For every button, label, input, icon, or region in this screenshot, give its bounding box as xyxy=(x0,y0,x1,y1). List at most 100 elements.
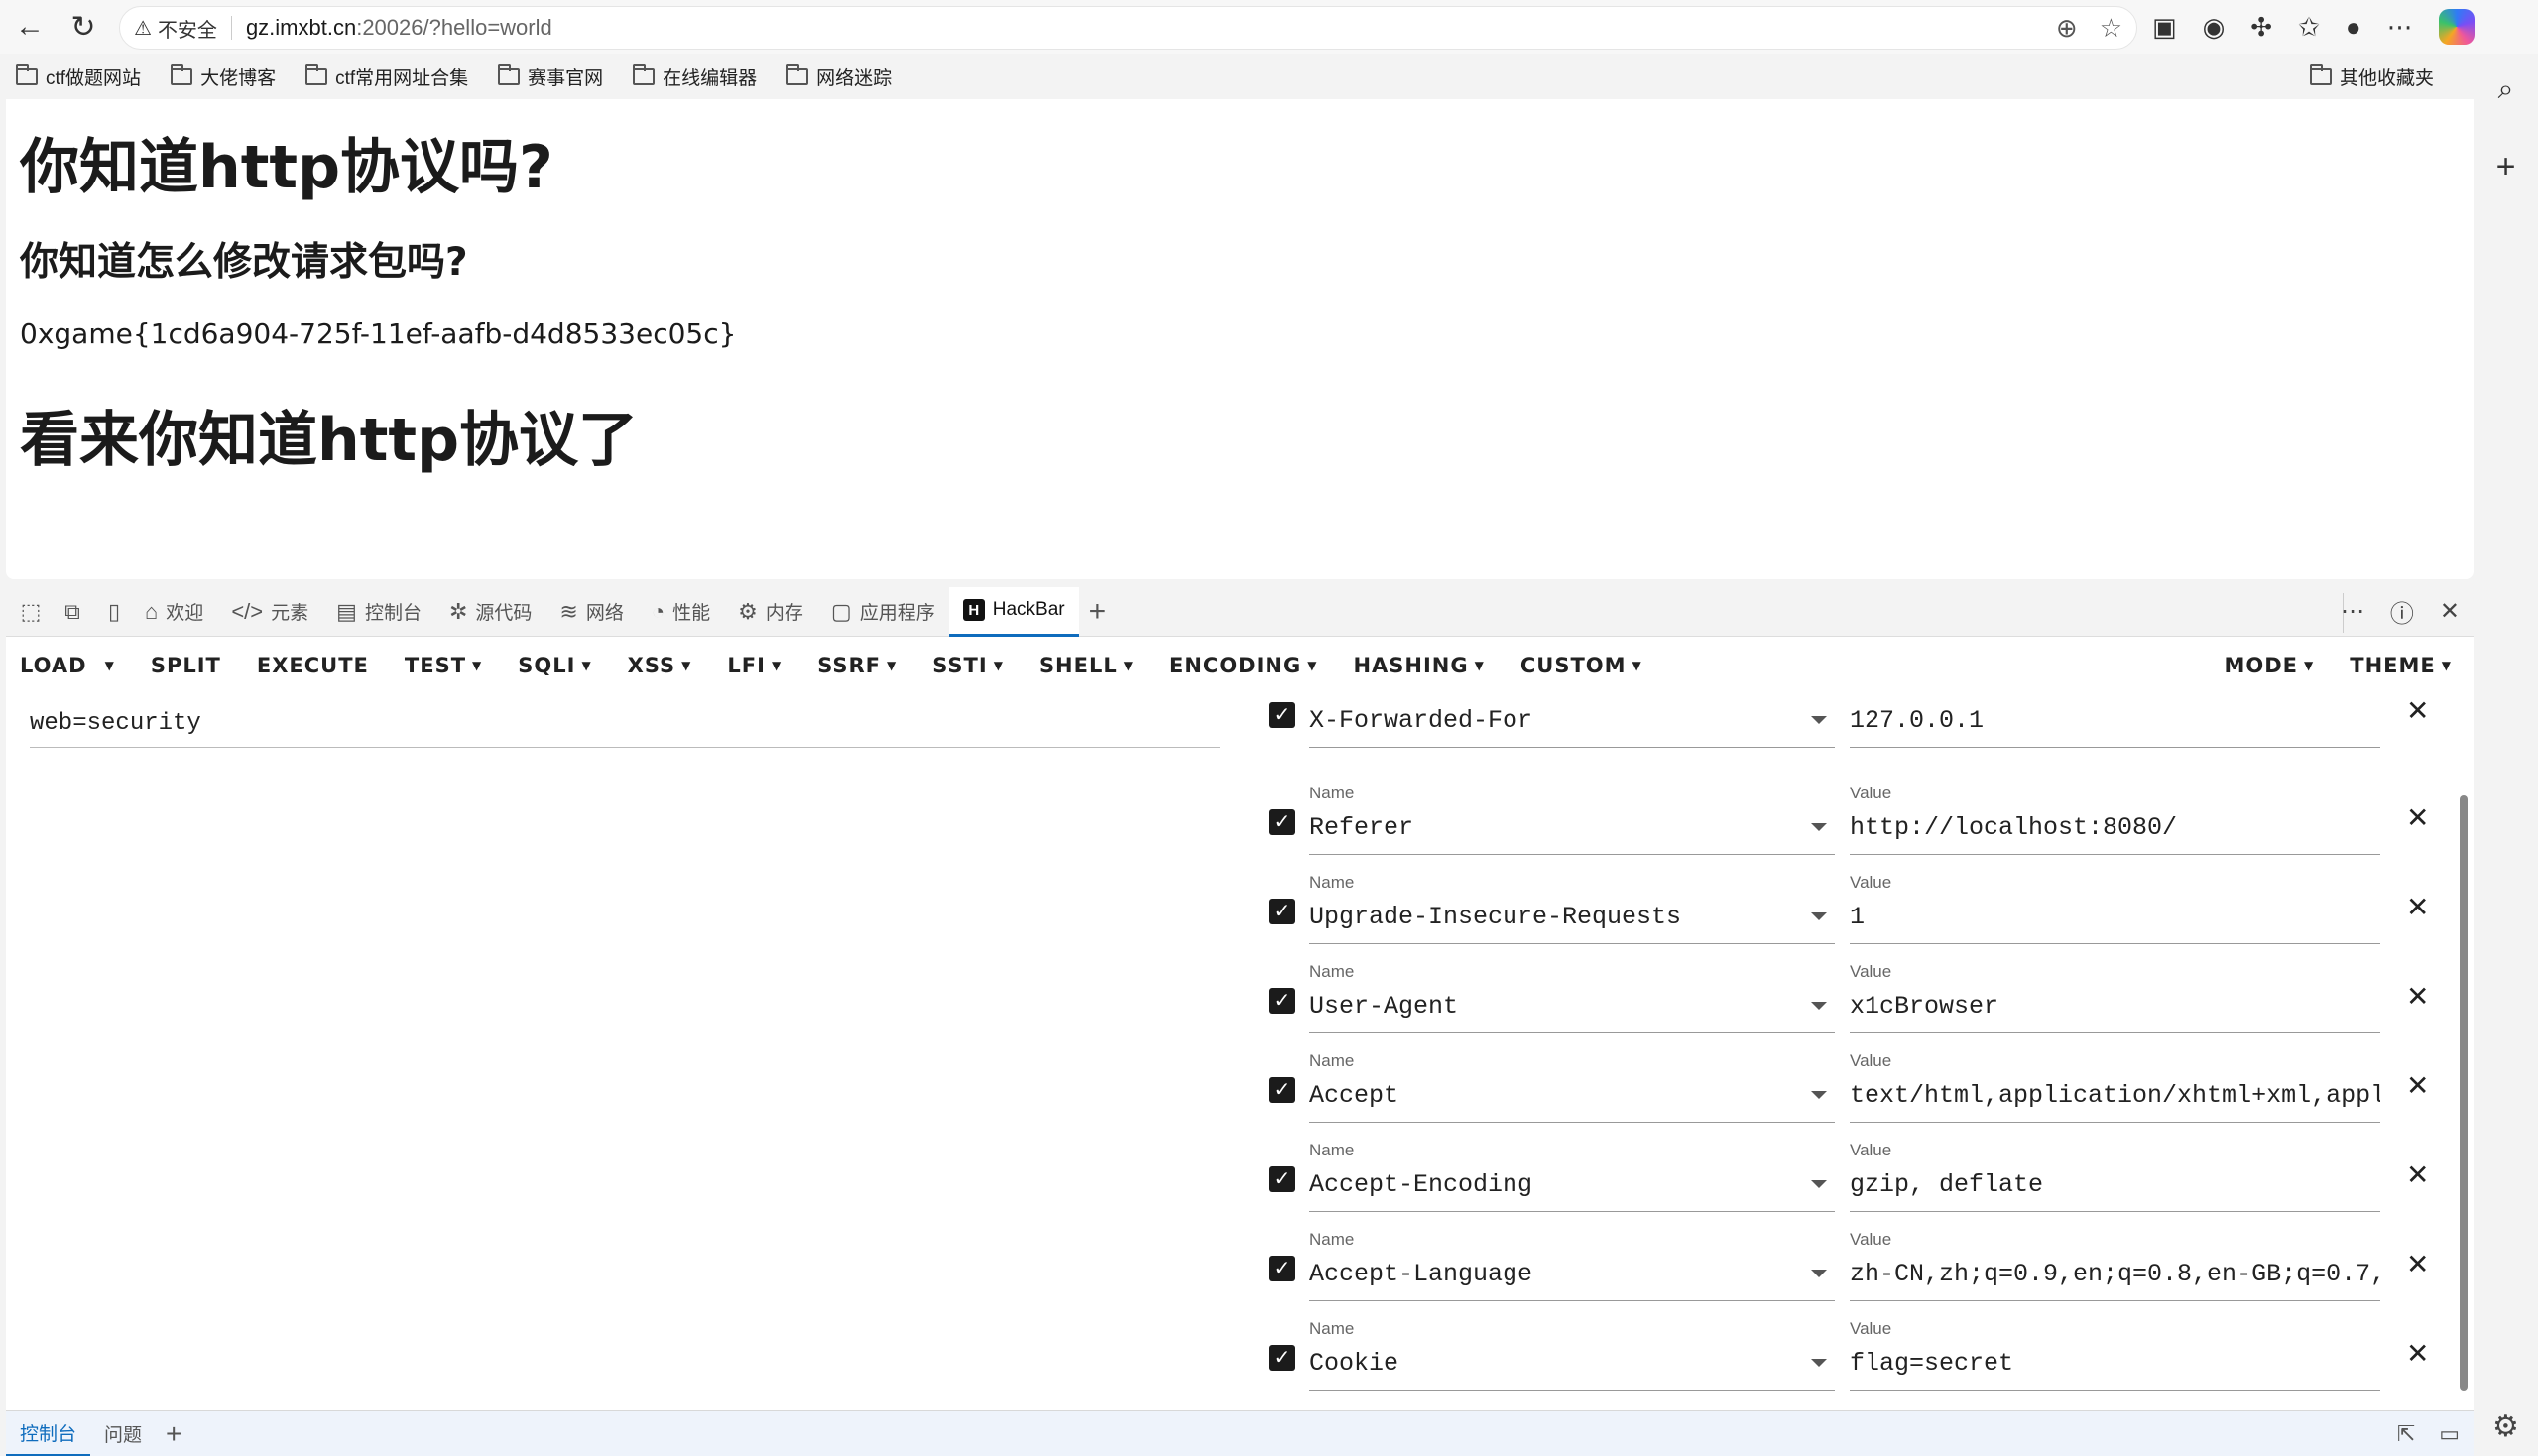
tab-elements[interactable]: </> 元素 xyxy=(217,587,322,637)
menu-load-dropdown[interactable]: ▼ xyxy=(91,659,129,672)
header-name-select[interactable]: Cookie xyxy=(1309,1349,1835,1391)
refresh-icon[interactable]: ↻ xyxy=(60,3,107,51)
menu-theme[interactable]: THEME ▼ xyxy=(2336,654,2466,677)
back-arrow-icon[interactable]: ← xyxy=(6,3,54,51)
inspect-icon[interactable]: ⬚ xyxy=(14,599,48,625)
header-name-select[interactable]: Accept-Encoding xyxy=(1309,1170,1835,1212)
header-row: Name Value ✓ Accept text/html,applicatio… xyxy=(1266,1051,2436,1141)
menu-shell[interactable]: SHELL ▼ xyxy=(1026,654,1148,677)
add-drawer-tab-icon[interactable]: + xyxy=(166,1418,181,1450)
header-value-input[interactable]: 1 xyxy=(1850,903,2380,944)
header-name-select[interactable]: Accept-Language xyxy=(1309,1260,1835,1301)
menu-custom[interactable]: CUSTOM ▼ xyxy=(1507,654,1656,677)
bookmark-folder[interactable]: 网络迷踪 xyxy=(786,63,892,90)
bookmark-folder[interactable]: 在线编辑器 xyxy=(633,63,757,90)
header-name-select[interactable]: User-Agent xyxy=(1309,992,1835,1033)
more-menu-icon[interactable]: ⋯ xyxy=(2387,12,2413,43)
header-enabled-checkbox[interactable]: ✓ xyxy=(1269,988,1295,1014)
device-emulation-icon[interactable]: ⧉ xyxy=(56,599,89,625)
header-name-select[interactable]: Referer xyxy=(1309,813,1835,855)
expand-drawer-icon[interactable]: ▭ xyxy=(2439,1421,2460,1447)
header-value-input[interactable]: x1cBrowser xyxy=(1850,992,2380,1033)
undock-drawer-icon[interactable]: ⇱ xyxy=(2397,1421,2415,1447)
tab-performance[interactable]: ◔ 性能 xyxy=(638,587,724,637)
menu-test[interactable]: TEST ▼ xyxy=(391,654,496,677)
menu-label: EXECUTE xyxy=(256,654,369,677)
tab-welcome[interactable]: ⌂ 欢迎 xyxy=(131,587,217,637)
record-extension-icon[interactable]: ◉ xyxy=(2203,12,2226,43)
header-value-input[interactable]: text/html,application/xhtml+xml,appl: xyxy=(1850,1081,2380,1123)
drawer-tab-issues[interactable]: 问题 xyxy=(90,1411,156,1456)
add-icon[interactable]: + xyxy=(2496,148,2516,186)
bookmark-folder[interactable]: 大佬博客 xyxy=(171,63,276,90)
menu-ssrf[interactable]: SSRF ▼ xyxy=(803,654,910,677)
settings-gear-icon[interactable]: ⚙ xyxy=(2492,1409,2519,1444)
header-value-input[interactable]: http://localhost:8080/ xyxy=(1850,813,2380,855)
menu-encoding[interactable]: ENCODING ▼ xyxy=(1155,654,1331,677)
delete-header-icon[interactable]: ✕ xyxy=(2406,1337,2429,1370)
header-enabled-checkbox[interactable]: ✓ xyxy=(1269,899,1295,924)
header-enabled-checkbox[interactable]: ✓ xyxy=(1269,702,1295,728)
tab-console[interactable]: ▤ 控制台 xyxy=(322,587,435,637)
menu-mode[interactable]: MODE ▼ xyxy=(2211,654,2329,677)
name-label: Name xyxy=(1309,784,1355,802)
name-label: Name xyxy=(1309,962,1355,981)
tab-application[interactable]: ▢ 应用程序 xyxy=(817,587,949,637)
header-enabled-checkbox[interactable]: ✓ xyxy=(1269,1077,1295,1103)
zoom-icon[interactable]: ⊕ xyxy=(2056,13,2078,44)
profile-avatar-icon[interactable]: ● xyxy=(2346,12,2361,43)
tab-memory[interactable]: ⚙ 内存 xyxy=(724,587,817,637)
tab-network[interactable]: ≋ 网络 xyxy=(545,587,637,637)
header-enabled-checkbox[interactable]: ✓ xyxy=(1269,1256,1295,1281)
delete-header-icon[interactable]: ✕ xyxy=(2406,1248,2429,1280)
header-enabled-checkbox[interactable]: ✓ xyxy=(1269,1166,1295,1192)
header-enabled-checkbox[interactable]: ✓ xyxy=(1269,1345,1295,1371)
bookmark-folder[interactable]: ctf做题网站 xyxy=(16,63,141,90)
post-body-input[interactable]: web=security xyxy=(30,706,1220,748)
menu-sqli[interactable]: SQLI ▼ xyxy=(504,654,605,677)
vertical-scrollbar[interactable] xyxy=(2460,795,2468,1391)
folder-icon xyxy=(305,63,328,85)
menu-execute[interactable]: EXECUTE xyxy=(243,654,383,677)
drawer-tab-console[interactable]: 控制台 xyxy=(6,1411,91,1456)
favorites-icon[interactable]: ✩ xyxy=(2298,12,2320,43)
delete-header-icon[interactable]: ✕ xyxy=(2406,694,2429,727)
header-value-input[interactable]: 127.0.0.1 xyxy=(1850,706,2380,748)
url-text[interactable]: gz.imxbt.cn:20026/?hello=world xyxy=(246,15,552,41)
header-value-input[interactable]: zh-CN,zh;q=0.9,en;q=0.8,en-GB;q=0.7,e xyxy=(1850,1260,2380,1301)
search-icon[interactable]: ⌕ xyxy=(2498,73,2514,106)
extensions-icon[interactable]: ✣ xyxy=(2250,12,2272,43)
header-value-input[interactable]: gzip, deflate xyxy=(1850,1170,2380,1212)
header-enabled-checkbox[interactable]: ✓ xyxy=(1269,809,1295,835)
help-icon[interactable]: ⓘ xyxy=(2390,594,2414,629)
tab-hackbar[interactable]: H HackBar xyxy=(948,586,1079,637)
menu-hashing[interactable]: HASHING ▼ xyxy=(1339,654,1498,677)
bookmark-folder[interactable]: ctf常用网址合集 xyxy=(305,63,468,90)
more-options-icon[interactable]: ⋯ xyxy=(2341,597,2364,626)
markdown-extension-icon[interactable]: ▣ xyxy=(2152,12,2177,43)
delete-header-icon[interactable]: ✕ xyxy=(2406,1158,2429,1191)
other-bookmarks-folder[interactable]: 其他收藏夹 xyxy=(2309,63,2434,90)
header-name-select[interactable]: Upgrade-Insecure-Requests xyxy=(1309,903,1835,944)
menu-xss[interactable]: XSS ▼ xyxy=(614,654,706,677)
menu-load[interactable]: LOAD xyxy=(6,654,101,677)
add-tab-icon[interactable]: + xyxy=(1089,595,1107,629)
tab-sources[interactable]: ✲ 源代码 xyxy=(435,587,545,637)
delete-header-icon[interactable]: ✕ xyxy=(2406,980,2429,1013)
bookmark-folder[interactable]: 赛事官网 xyxy=(498,63,603,90)
delete-header-icon[interactable]: ✕ xyxy=(2406,1069,2429,1102)
delete-header-icon[interactable]: ✕ xyxy=(2406,801,2429,834)
dock-icon[interactable]: ▯ xyxy=(97,599,131,625)
insecure-indicator[interactable]: ⚠ 不安全 xyxy=(134,14,217,43)
menu-split[interactable]: SPLIT xyxy=(137,654,235,677)
address-bar[interactable]: ⚠ 不安全 gz.imxbt.cn:20026/?hello=world ⊕ ☆ xyxy=(119,6,2137,50)
favorite-star-icon[interactable]: ☆ xyxy=(2100,13,2122,44)
close-icon[interactable]: ✕ xyxy=(2440,597,2460,626)
menu-ssti[interactable]: SSTI ▼ xyxy=(918,654,1018,677)
header-name-select[interactable]: Accept xyxy=(1309,1081,1835,1123)
delete-header-icon[interactable]: ✕ xyxy=(2406,891,2429,923)
copilot-icon[interactable] xyxy=(2438,9,2475,45)
menu-lfi[interactable]: LFI ▼ xyxy=(713,654,795,677)
header-name-select[interactable]: X-Forwarded-For xyxy=(1309,706,1835,748)
header-value-input[interactable]: flag=secret xyxy=(1850,1349,2380,1391)
